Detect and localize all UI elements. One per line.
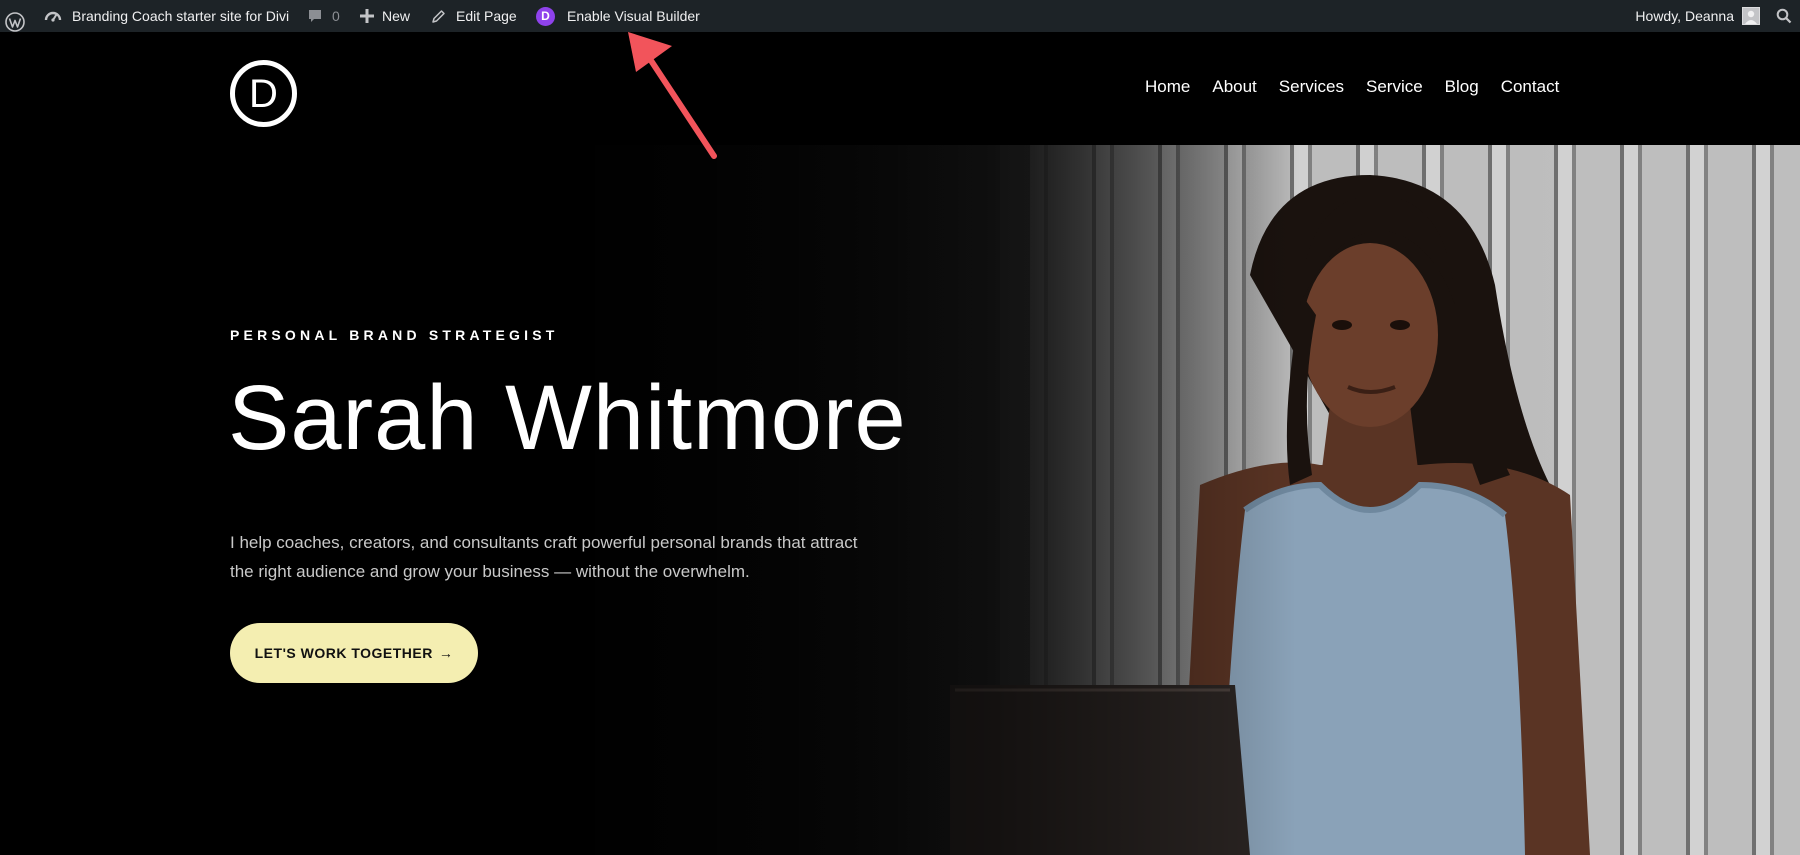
comments-count: 0 <box>332 8 340 24</box>
dashboard-icon <box>44 11 62 22</box>
admin-search-button[interactable] <box>1776 8 1792 24</box>
edit-page-link[interactable]: Edit Page <box>431 0 517 32</box>
arrow-right-icon: → <box>438 645 454 661</box>
pencil-icon <box>432 9 445 23</box>
plus-icon <box>360 9 374 23</box>
nav-services[interactable]: Services <box>1279 77 1344 97</box>
my-account-menu[interactable]: Howdy, Deanna <box>1635 0 1760 32</box>
wordpress-menu[interactable] <box>5 6 25 38</box>
wordpress-logo-icon <box>5 12 25 32</box>
admin-bar: Branding Coach starter site for Divi 0 N… <box>0 0 1800 32</box>
hero-headline: Sarah Whitmore <box>228 367 907 469</box>
lets-work-together-button[interactable]: LET'S WORK TOGETHER → <box>230 623 478 683</box>
nav-blog[interactable]: Blog <box>1445 77 1479 97</box>
nav-about[interactable]: About <box>1212 77 1256 97</box>
edit-page-label: Edit Page <box>456 8 517 24</box>
comment-icon <box>309 10 321 22</box>
page: Branding Coach starter site for Divi 0 N… <box>0 0 1800 855</box>
nav-home[interactable]: Home <box>1145 77 1190 97</box>
avatar <box>1742 7 1760 25</box>
search-icon <box>1776 8 1792 24</box>
howdy-label: Howdy, Deanna <box>1635 8 1734 24</box>
visual-builder-label: Enable Visual Builder <box>567 8 700 24</box>
annotation-arrow-icon <box>628 32 717 159</box>
nav-contact[interactable]: Contact <box>1501 77 1560 97</box>
divi-logo-icon: D <box>536 6 555 26</box>
main-navigation: Home About Services Service Blog Contact <box>1145 77 1559 97</box>
hero-eyebrow: PERSONAL BRAND STRATEGIST <box>230 327 559 343</box>
nav-service[interactable]: Service <box>1366 77 1423 97</box>
new-label: New <box>382 8 411 24</box>
hero-section <box>0 145 1800 855</box>
logo-letter: D <box>249 72 278 116</box>
site-header: D Home About Services Service Blog Conta… <box>0 32 1800 145</box>
cta-label: LET'S WORK TOGETHER <box>254 645 433 661</box>
site-name-menu[interactable]: Branding Coach starter site for Divi <box>44 0 289 32</box>
new-content-menu[interactable]: New <box>360 0 410 32</box>
hero-intro-text: I help coaches, creators, and consultant… <box>230 533 858 581</box>
comments-menu[interactable]: 0 <box>307 0 340 32</box>
site-logo[interactable]: D <box>230 60 297 127</box>
site-name-label: Branding Coach starter site for Divi <box>72 8 290 24</box>
